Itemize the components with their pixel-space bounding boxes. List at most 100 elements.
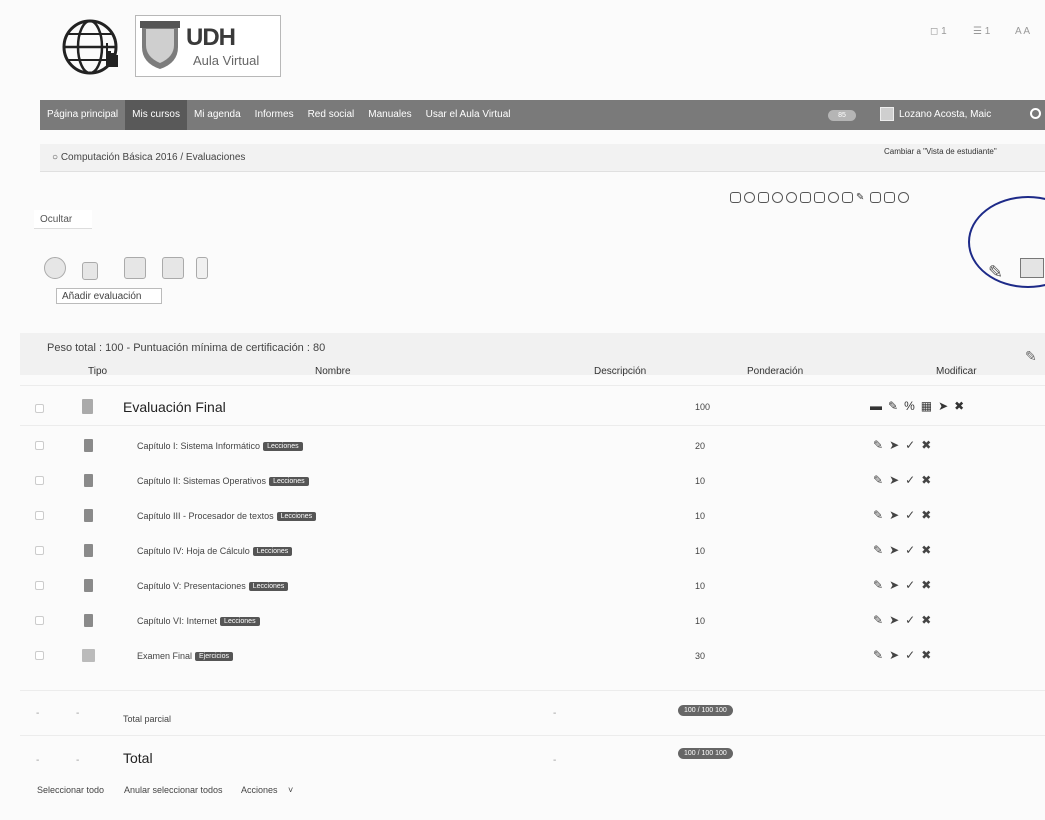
edit-icon[interactable]: ✎ [873,438,883,452]
gradebook-icon[interactable] [1020,258,1044,278]
warning-icon[interactable] [814,192,825,203]
nav-item-use-virtual[interactable]: Usar el Aula Virtual [419,100,518,130]
font-size-control[interactable]: A A [1015,26,1030,37]
users-icon[interactable] [828,192,839,203]
hide-button[interactable]: Ocultar [34,210,92,229]
evaluation-final-weight: 100 [695,402,711,412]
row-name[interactable]: Capítulo VI: Internet Lecciones [137,616,260,627]
visibility-icon[interactable]: ➤ [889,473,899,487]
report-icon[interactable] [196,257,208,279]
row-checkbox[interactable] [35,511,44,520]
visibility-icon[interactable]: ➤ [889,508,899,522]
student-view-button[interactable]: Cambiar a "Vista de estudiante" [884,147,997,156]
row-checkbox[interactable] [35,441,44,450]
upload-icon[interactable] [730,192,741,203]
visibility-icon[interactable]: ➤ [889,648,899,662]
nav-item-home[interactable]: Página principal [40,100,125,130]
row-name[interactable]: Capítulo I: Sistema Informático Lecciones [137,441,303,452]
lock-icon[interactable]: ✓ [905,473,915,487]
lock-icon[interactable]: ✓ [905,438,915,452]
add-link-icon[interactable] [82,262,98,280]
add-evaluation-icon[interactable] [44,257,66,279]
delete-icon[interactable]: ✖ [921,473,931,487]
nav-item-agenda[interactable]: Mi agenda [187,100,248,130]
row-checkbox[interactable] [35,546,44,555]
visibility-icon[interactable]: ➤ [889,578,899,592]
row-checkbox[interactable] [35,581,44,590]
nav-item-manuals[interactable]: Manuales [361,100,418,130]
delete-icon[interactable]: ✖ [921,578,931,592]
row-checkbox[interactable] [35,651,44,660]
row-name[interactable]: Capítulo II: Sistemas Operativos Leccione… [137,476,309,487]
edit-icon[interactable]: ✎ [873,543,883,557]
chat-icon[interactable] [842,192,853,203]
quiz-icon[interactable] [800,192,811,203]
link-icon[interactable] [772,192,783,203]
gear-icon[interactable] [1030,108,1041,119]
row-name[interactable]: Capítulo V: Presentaciones Lecciones [137,581,289,592]
delete-icon[interactable]: ✖ [921,508,931,522]
avatar[interactable] [880,107,894,121]
delete-icon[interactable]: ✖ [921,438,931,452]
row-name[interactable]: Examen Final Ejercicios [137,651,233,662]
refresh-icon[interactable] [898,192,909,203]
nav-item-reports[interactable]: Informes [248,100,301,130]
nav-item-social[interactable]: Red social [301,100,362,130]
breadcrumb-course[interactable]: Computación Básica 2016 [61,152,178,163]
minus-icon[interactable]: ▬ [870,399,882,413]
edit-icon[interactable]: ✎ [888,399,898,413]
edit-weight-pencil-icon[interactable]: ✎ [1025,348,1037,365]
lock-icon[interactable]: ✓ [905,543,915,557]
nav-count-badge[interactable]: 85 [828,110,856,121]
add-item-icon[interactable] [124,257,146,279]
home-icon[interactable]: ○ [52,152,58,163]
row-checkbox[interactable] [35,476,44,485]
globe-icon[interactable] [786,192,797,203]
edit-icon[interactable]: ✎ [873,578,883,592]
delete-icon[interactable]: ✖ [954,399,964,413]
nav-item-my-courses[interactable]: Mis cursos [125,100,187,130]
visibility-icon[interactable]: ➤ [938,399,948,413]
document-icon[interactable] [758,192,769,203]
course-home-icon[interactable] [744,192,755,203]
table-row: Capítulo V: Presentaciones Lecciones 10 ✎… [0,577,1045,612]
row-actions: ✎ ➤ ✓ ✖ [873,543,931,557]
export-icon[interactable] [162,257,184,279]
percent-icon[interactable]: % [904,399,915,413]
lock-icon[interactable]: ✓ [905,578,915,592]
globe-hand-logo-icon [62,19,118,75]
notes-icon[interactable] [870,192,881,203]
visibility-icon[interactable]: ➤ [889,613,899,627]
row-checkbox[interactable] [35,404,44,413]
lock-icon[interactable]: ✓ [905,648,915,662]
export-icon[interactable]: ▦ [921,399,932,413]
evaluation-final-name[interactable]: Evaluación Final [123,399,226,415]
row-actions: ✎ ➤ ✓ ✖ [873,578,931,592]
edit-icon[interactable]: ✎ [873,648,883,662]
actions-dropdown[interactable]: Acciones ˅ [241,785,293,795]
edit-icon[interactable]: ✎ [873,508,883,522]
row-name[interactable]: Capítulo IV: Hoja de Cálculo Lecciones [137,546,293,557]
delete-icon[interactable]: ✖ [921,543,931,557]
visibility-icon[interactable]: ➤ [889,438,899,452]
udh-logo[interactable]: UDH Aula Virtual [135,15,281,77]
delete-icon[interactable]: ✖ [921,613,931,627]
notifications-indicator[interactable]: ◻ 1 [930,26,947,37]
select-all-button[interactable]: Seleccionar todo [37,785,104,795]
edit-icon[interactable]: ✎ [873,613,883,627]
messages-indicator[interactable]: ☰ 1 [973,26,990,37]
row-checkbox[interactable] [35,616,44,625]
deselect-all-button[interactable]: Anular seleccionar todos [124,785,223,795]
pencil-icon[interactable]: ✎ [856,192,867,203]
delete-icon[interactable]: ✖ [921,648,931,662]
user-name[interactable]: Lozano Acosta, Maic [899,109,991,120]
exercise-type-icon [82,649,95,662]
visibility-icon[interactable]: ➤ [889,543,899,557]
row-name[interactable]: Capítulo III - Procesador de textos Lecci… [137,511,317,522]
lock-icon[interactable]: ✓ [905,508,915,522]
total-dash: - [36,755,40,766]
edit-pencil-icon[interactable]: ✎ [988,262,1003,283]
edit-icon[interactable]: ✎ [873,473,883,487]
lock-icon[interactable]: ✓ [905,613,915,627]
group-icon[interactable] [884,192,895,203]
